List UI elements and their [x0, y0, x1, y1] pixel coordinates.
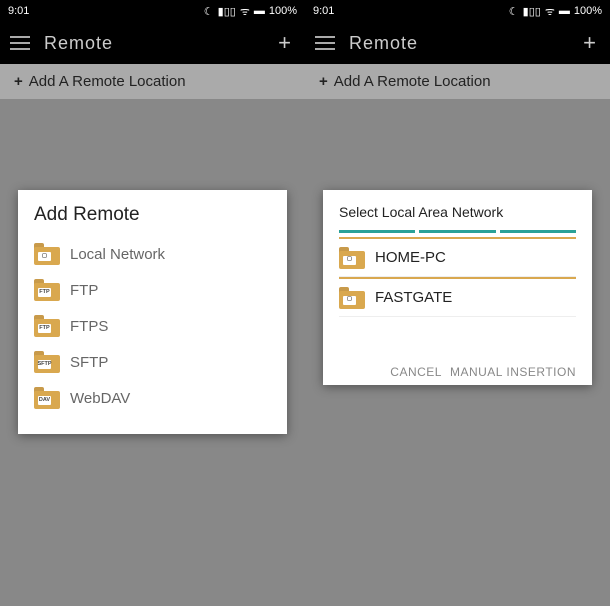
cancel-button[interactable]: CANCEL: [390, 365, 442, 379]
wifi-icon: ᯤ: [545, 4, 555, 19]
folder-icon: DAV: [34, 387, 60, 409]
tab-indicator: [339, 230, 576, 233]
statusbar: 9:01 ☾ ▮▯▯ ᯤ ▬ 100%: [305, 0, 610, 22]
content-area: Add Remote ▢ Local Network FTP FTP FTP F…: [0, 100, 305, 606]
add-remote-dialog: Add Remote ▢ Local Network FTP FTP FTP F…: [18, 190, 287, 434]
add-button[interactable]: +: [274, 30, 295, 56]
status-icons: ☾ ▮▯▯ ᯤ ▬ 100%: [509, 4, 602, 19]
wifi-icon: ᯤ: [240, 4, 250, 19]
signal-icon: ▮▯▯: [523, 5, 541, 18]
network-label: HOME-PC: [375, 249, 446, 266]
remote-option-ftps[interactable]: FTP FTPS: [34, 308, 271, 344]
battery-pct: 100%: [269, 5, 297, 17]
status-icons: ☾ ▮▯▯ ᯤ ▬ 100%: [204, 4, 297, 19]
network-item-home-pc[interactable]: ▢ HOME-PC: [339, 237, 576, 277]
option-label: Local Network: [70, 246, 165, 263]
plus-icon: +: [319, 73, 328, 90]
option-label: SFTP: [70, 354, 108, 371]
remote-option-ftp[interactable]: FTP FTP: [34, 272, 271, 308]
option-label: FTP: [70, 282, 98, 299]
menu-icon[interactable]: [315, 36, 335, 50]
subheader-label: Add A Remote Location: [29, 73, 186, 90]
statusbar: 9:01 ☾ ▮▯▯ ᯤ ▬ 100%: [0, 0, 305, 22]
menu-icon[interactable]: [10, 36, 30, 50]
add-remote-location-button[interactable]: + Add A Remote Location: [0, 64, 305, 100]
option-label: WebDAV: [70, 390, 130, 407]
remote-option-webdav[interactable]: DAV WebDAV: [34, 380, 271, 416]
status-time: 9:01: [313, 5, 334, 17]
network-list: ▢ HOME-PC ▢ FASTGATE: [339, 237, 576, 317]
battery-pct: 100%: [574, 5, 602, 17]
network-item-fastgate[interactable]: ▢ FASTGATE: [339, 277, 576, 317]
dialog-title: Add Remote: [34, 204, 271, 226]
add-button[interactable]: +: [579, 30, 600, 56]
folder-icon: ▢: [34, 243, 60, 265]
folder-icon: SFTP: [34, 351, 60, 373]
folder-icon: FTP: [34, 315, 60, 337]
folder-icon: FTP: [34, 279, 60, 301]
moon-icon: ☾: [509, 5, 519, 18]
signal-icon: ▮▯▯: [218, 5, 236, 18]
folder-icon: ▢: [339, 247, 365, 269]
moon-icon: ☾: [204, 5, 214, 18]
add-remote-location-button[interactable]: + Add A Remote Location: [305, 64, 610, 100]
subheader-label: Add A Remote Location: [334, 73, 491, 90]
dialog-footer: CANCEL MANUAL INSERTION: [339, 317, 576, 379]
dialog-title: Select Local Area Network: [339, 204, 576, 220]
network-label: FASTGATE: [375, 289, 452, 306]
option-label: FTPS: [70, 318, 108, 335]
app-title: Remote: [44, 33, 274, 54]
remote-option-local-network[interactable]: ▢ Local Network: [34, 236, 271, 272]
appbar: Remote +: [305, 22, 610, 64]
app-title: Remote: [349, 33, 579, 54]
folder-icon: ▢: [339, 287, 365, 309]
phone-right: 9:01 ☾ ▮▯▯ ᯤ ▬ 100% Remote + + Add A Rem…: [305, 0, 610, 606]
plus-icon: +: [14, 73, 23, 90]
battery-icon: ▬: [254, 5, 265, 17]
battery-icon: ▬: [559, 5, 570, 17]
select-network-dialog: Select Local Area Network ▢ HOME-PC ▢ FA…: [323, 190, 592, 385]
manual-insertion-button[interactable]: MANUAL INSERTION: [450, 365, 576, 379]
phone-left: 9:01 ☾ ▮▯▯ ᯤ ▬ 100% Remote + + Add A Rem…: [0, 0, 305, 606]
content-area: Select Local Area Network ▢ HOME-PC ▢ FA…: [305, 100, 610, 606]
appbar: Remote +: [0, 22, 305, 64]
remote-option-sftp[interactable]: SFTP SFTP: [34, 344, 271, 380]
status-time: 9:01: [8, 5, 29, 17]
